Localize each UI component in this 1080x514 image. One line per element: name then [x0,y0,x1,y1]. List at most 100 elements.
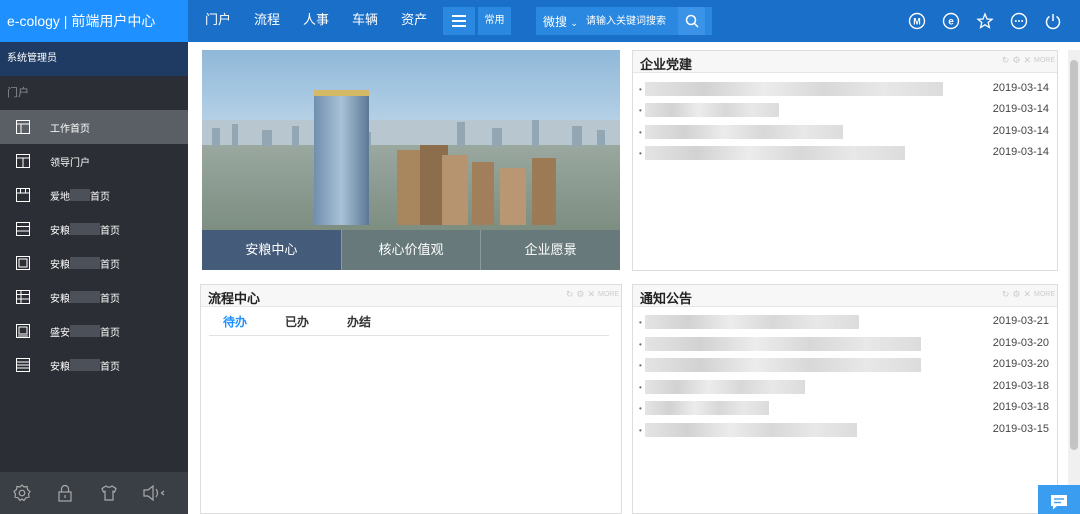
close-icon[interactable]: ✕ [1023,55,1031,66]
refresh-icon[interactable]: ↻ [1002,289,1010,300]
hamburger-icon [452,15,466,27]
portlet-title: 流程中心 [208,291,261,306]
app-title: e-cology | 前端用户中心 [0,0,188,42]
more-link[interactable]: MORE [598,291,619,298]
list-item[interactable]: • 2019-03-14 [639,80,1049,98]
layout-icon [15,323,31,339]
tab-finished[interactable]: 办结 [347,313,371,330]
chevron-down-icon: ⌄ [570,17,578,28]
sidebar-item-suffix: 首页 [100,225,120,237]
e-icon[interactable]: e [934,4,968,38]
news-date: 2019-03-14 [992,125,1049,137]
list-item[interactable]: • 2019-03-14 [639,144,1049,162]
top-icons: M e [900,0,1070,42]
sidebar-item-portal-4[interactable]: 安粮 首页 [0,212,188,246]
portlet-tools: ↻ ⚙ ✕ MORE [566,289,619,300]
power-icon[interactable] [1036,4,1070,38]
search-button[interactable] [678,7,705,35]
list-item[interactable]: • 2019-03-14 [639,123,1049,141]
more-link[interactable]: MORE [1034,291,1055,298]
search-scope-select[interactable]: 微搜 ⌄ [536,13,586,30]
m-icon[interactable]: M [900,4,934,38]
redacted-text [70,325,100,337]
sidebar-item-label: 工作首页 [50,123,90,135]
banner-tabs: 安粮中心 核心价值观 企业愿景 [202,230,620,270]
sidebar-item-label: 领导门户 [50,157,90,169]
close-icon[interactable]: ✕ [1023,289,1031,300]
gear-icon[interactable]: ⚙ [1012,55,1020,66]
close-icon[interactable]: ✕ [587,289,595,300]
layout-icon [15,221,31,237]
grid-icon [15,289,31,305]
tab-todo[interactable]: 待办 [223,313,247,330]
list-item[interactable]: • 2019-03-21 [639,313,1049,331]
divider [209,335,609,336]
redacted-text [70,359,100,371]
party-building-portlet: 企业党建 ↻ ⚙ ✕ MORE • 2019-03-14 • 2019-03-14 • 20… [632,50,1058,271]
sidebar-item-portal-7[interactable]: 盛安 首页 [0,314,188,348]
star-icon[interactable] [968,4,1002,38]
list-item[interactable]: • 2019-03-15 [639,421,1049,439]
list-item[interactable]: • 2019-03-14 [639,101,1049,119]
list-item[interactable]: • 2019-03-18 [639,378,1049,396]
banner-tab-center[interactable]: 安粮中心 [202,230,341,270]
gear-icon[interactable]: ⚙ [1012,289,1020,300]
sidebar-item-portal-5[interactable]: 安粮 首页 [0,246,188,280]
redacted-title [645,358,921,372]
banner-tab-values[interactable]: 核心价值观 [340,230,481,270]
layout-icon [15,119,31,135]
gear-icon[interactable]: ⚙ [576,289,584,300]
speaker-icon[interactable] [142,483,168,503]
list-item[interactable]: • 2019-03-18 [639,399,1049,417]
search-scope-label: 微搜 [543,14,568,29]
sidebar-toolbar [0,472,188,514]
menu-button[interactable] [443,7,475,35]
current-user[interactable]: 系统管理员 [0,42,188,76]
sidebar-item-portal-3[interactable]: 爱地 首页 [0,178,188,212]
common-button[interactable]: 常用 [478,7,511,35]
scrollbar-thumb[interactable] [1070,60,1078,450]
banner-tab-vision[interactable]: 企业愿景 [480,230,620,270]
nav-item-vehicle[interactable]: 车辆 [352,0,378,42]
refresh-icon[interactable]: ↻ [1002,55,1010,66]
notice-portlet: 通知公告 ↻ ⚙ ✕ MORE • 2019-03-21 • 2019-03-20 • 20… [632,284,1058,514]
nav-item-assets[interactable]: 资产 [401,0,427,42]
sidebar-section-label: 门户 [7,87,29,99]
redacted-text [70,257,100,269]
sidebar-item-leader-portal[interactable]: 领导门户 [0,144,188,178]
redacted-title [645,125,843,139]
redacted-title [645,380,805,394]
list-item[interactable]: • 2019-03-20 [639,335,1049,353]
portlet-title: 企业党建 [640,57,693,72]
portlet-header: 流程中心 ↻ ⚙ ✕ MORE [201,285,621,307]
tab-done[interactable]: 已办 [285,313,309,330]
nav-item-portal[interactable]: 门户 [205,0,231,42]
more-icon[interactable] [1002,4,1036,38]
shirt-icon[interactable] [99,483,119,503]
redacted-title [645,146,905,160]
scrollbar[interactable] [1068,50,1080,512]
redacted-title [645,337,921,351]
svg-text:M: M [913,17,921,27]
nav-item-hr[interactable]: 人事 [303,0,329,42]
portlet-header: 通知公告 ↻ ⚙ ✕ MORE [633,285,1057,307]
sidebar-item-work-home[interactable]: 工作首页 [0,110,188,144]
search-input[interactable] [586,7,678,35]
sidebar-item-label: 安粮 [50,361,70,373]
news-date: 2019-03-14 [992,146,1049,158]
more-link[interactable]: MORE [1034,57,1055,64]
portlet-tools: ↻ ⚙ ✕ MORE [1002,55,1055,66]
nav-item-workflow[interactable]: 流程 [254,0,280,42]
sidebar-item-portal-6[interactable]: 安粮 首页 [0,280,188,314]
banner-carousel: 安粮中心 核心价值观 企业愿景 [202,50,620,270]
lock-icon[interactable] [55,483,75,503]
main-nav: 门户 流程 人事 车辆 资产 [205,0,450,42]
list-item[interactable]: • 2019-03-20 [639,356,1049,374]
sidebar-item-portal-8[interactable]: 安粮 首页 [0,348,188,382]
layout-icon [15,187,31,203]
news-date: 2019-03-14 [992,103,1049,115]
refresh-icon[interactable]: ↻ [566,289,574,300]
chat-button[interactable] [1038,485,1080,514]
settings-icon[interactable] [12,483,32,503]
sidebar-item-suffix: 首页 [100,259,120,271]
